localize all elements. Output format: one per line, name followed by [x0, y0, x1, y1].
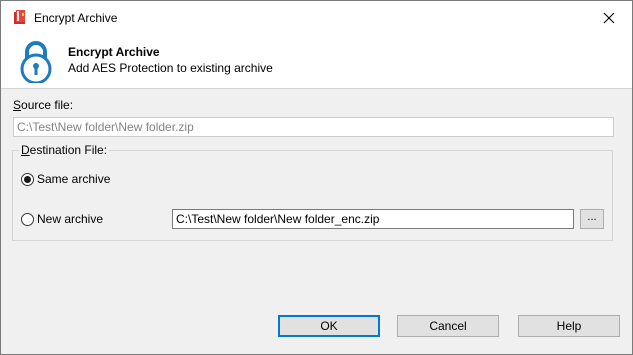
window-title: Encrypt Archive [34, 11, 118, 25]
new-archive-radio[interactable] [21, 213, 34, 226]
new-archive-path-field[interactable]: C:\Test\New folder\New folder_enc.zip [172, 209, 574, 229]
encrypt-archive-dialog: Encrypt Archive Encrypt Archive Add AES … [0, 0, 633, 355]
close-button[interactable] [586, 1, 632, 34]
header-subtitle: Add AES Protection to existing archive [68, 61, 273, 75]
dialog-header: Encrypt Archive Add AES Protection to ex… [1, 34, 632, 89]
title-bar: Encrypt Archive [1, 1, 632, 34]
cancel-button[interactable]: Cancel [397, 315, 499, 337]
source-file-label: Source file: [13, 98, 74, 112]
archive-app-icon [14, 10, 25, 24]
destination-legend: Destination File: [19, 143, 110, 157]
lock-icon [20, 41, 52, 83]
radio-selected-dot [24, 176, 31, 183]
same-archive-label[interactable]: Same archive [37, 172, 110, 186]
help-button[interactable]: Help [518, 315, 620, 337]
close-icon [603, 12, 615, 23]
new-archive-label[interactable]: New archive [37, 212, 103, 226]
browse-button[interactable]: ... [580, 209, 604, 229]
same-archive-radio[interactable] [21, 173, 34, 186]
ok-button[interactable]: OK [278, 315, 380, 337]
source-file-field: C:\Test\New folder\New folder.zip [13, 117, 614, 137]
header-title: Encrypt Archive [68, 45, 160, 59]
